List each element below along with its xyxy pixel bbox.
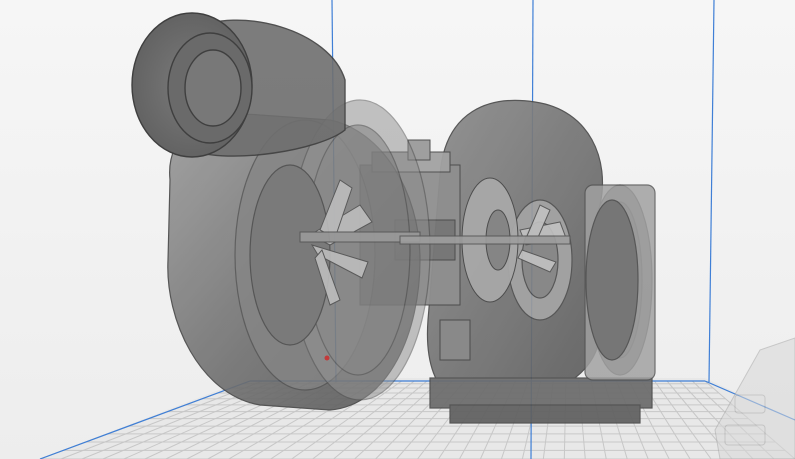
scene-canvas[interactable]: [0, 0, 795, 459]
turbine-base-flange: [429, 377, 653, 409]
compressor-inlet: [131, 12, 346, 158]
build-plate: [39, 378, 795, 459]
3d-viewport[interactable]: [0, 0, 795, 459]
housing-marker: [324, 355, 330, 361]
build-volume-edge-vertical-right: [708, 0, 715, 383]
